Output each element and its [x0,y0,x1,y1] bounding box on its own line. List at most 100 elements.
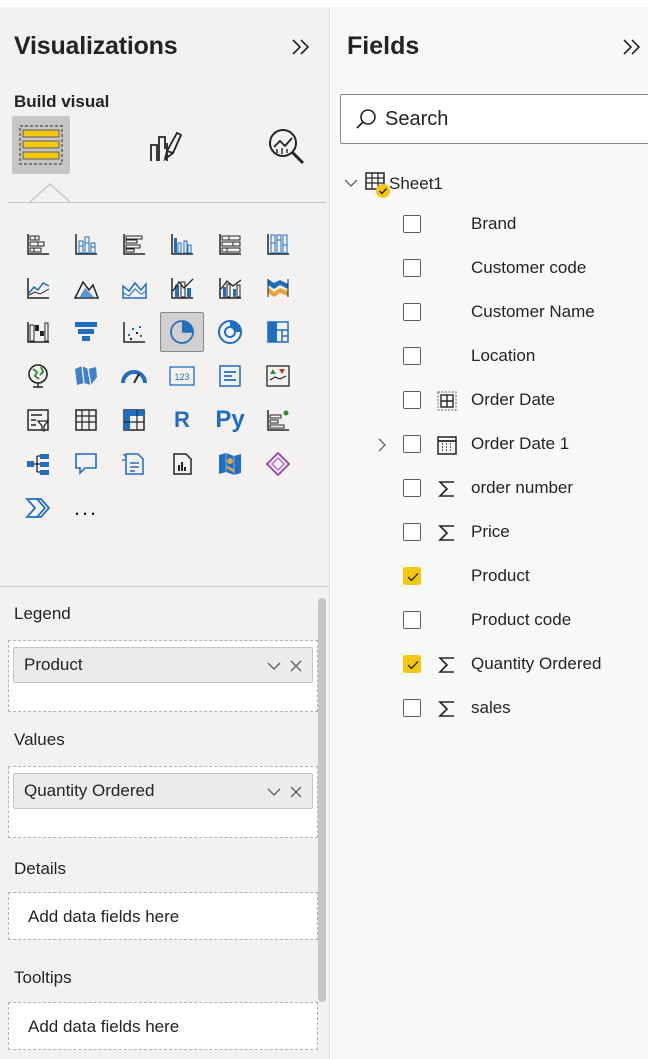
format-visual-tab[interactable] [136,116,194,174]
azure-map-icon[interactable] [206,442,254,486]
field-row-order-date-1[interactable]: Order Date 1 [331,424,648,464]
field-checkbox[interactable] [403,699,421,717]
power-apps-icon[interactable] [254,442,302,486]
line-clustered-column-icon[interactable] [206,266,254,310]
field-row-customer-code[interactable]: Customer code [331,248,648,288]
chevron-down-icon[interactable] [266,658,282,674]
table-visual-icon[interactable] [62,398,110,442]
r-script-visual-icon[interactable]: R [158,398,206,442]
field-checkbox[interactable] [403,259,421,277]
chevron-down-icon[interactable] [266,784,282,800]
field-checkbox[interactable] [403,611,421,629]
fields-search-box[interactable] [340,94,648,144]
key-influencers-icon[interactable] [254,398,302,442]
field-label: Quantity Ordered [471,654,602,673]
sigma-icon [438,481,454,497]
slicer-icon[interactable] [14,398,62,442]
stacked-column-chart-icon[interactable] [62,222,110,266]
paginated-report-icon[interactable] [158,442,206,486]
scatter-chart-icon[interactable] [110,310,158,354]
field-row-price[interactable]: Price [331,512,648,552]
card-icon[interactable]: 123 [158,354,206,398]
field-row-customer-name[interactable]: Customer Name [331,292,648,332]
chevron-right-icon[interactable] [376,437,388,453]
field-row-quantity-ordered[interactable]: Quantity Ordered [331,644,648,684]
values-field-name: Quantity Ordered [24,781,155,800]
details-well[interactable]: Add data fields here [8,892,318,940]
treemap-icon[interactable] [254,310,302,354]
field-row-sales[interactable]: sales [331,688,648,728]
kpi-icon[interactable] [254,354,302,398]
smart-narrative-icon[interactable] [110,442,158,486]
wells-divider [0,586,330,587]
collapse-fields-button[interactable] [617,32,647,62]
values-well[interactable]: Quantity Ordered [8,766,318,838]
more-visuals-button[interactable]: ... [62,486,110,530]
matrix-icon[interactable] [110,398,158,442]
search-input[interactable] [385,105,645,133]
field-type-icon [435,653,459,677]
field-type-icon [435,477,459,501]
100-stacked-bar-chart-icon[interactable] [206,222,254,266]
line-chart-icon[interactable] [14,266,62,310]
calendar-icon [437,436,457,455]
build-visual-tab[interactable] [12,116,70,174]
field-row-order-number[interactable]: order number [331,468,648,508]
decomposition-tree-icon[interactable] [14,442,62,486]
visual-types-grid: 123 R Py ... [14,222,324,530]
waterfall-chart-icon[interactable] [14,310,62,354]
field-checkbox[interactable] [403,215,421,233]
gauge-icon[interactable] [110,354,158,398]
legend-field-chip[interactable]: Product [13,647,313,683]
wells-scrollbar[interactable] [318,598,326,1002]
field-checkbox[interactable] [403,523,421,541]
sigma-icon [438,525,454,541]
line-stacked-column-icon[interactable] [158,266,206,310]
visualizations-pane: Visualizations Build visual 123 R Py ...… [0,8,330,1059]
field-checkbox[interactable] [403,303,421,321]
field-checkbox[interactable] [403,655,421,673]
field-checkbox[interactable] [403,391,421,409]
python-visual-icon[interactable]: Py [206,398,254,442]
clustered-column-chart-icon[interactable] [158,222,206,266]
line-area-chart-icon[interactable] [110,266,158,310]
close-icon[interactable] [288,784,304,800]
power-automate-icon[interactable] [14,486,62,530]
ribbon-chart-icon[interactable] [254,266,302,310]
multi-row-card-icon[interactable] [206,354,254,398]
field-row-order-date[interactable]: Order Date [331,380,648,420]
field-checkbox[interactable] [403,347,421,365]
pie-chart-icon[interactable] [160,312,204,352]
legend-well[interactable]: Product [8,640,318,712]
donut-chart-icon[interactable] [206,310,254,354]
collapse-visualizations-button[interactable] [286,32,316,62]
qa-visual-icon[interactable] [62,442,110,486]
table-sheet1[interactable]: Sheet1 [343,168,623,198]
filled-map-icon[interactable] [62,354,110,398]
field-checkbox[interactable] [403,479,421,497]
field-type-icon [435,697,459,721]
field-label: Price [471,522,510,541]
close-icon[interactable] [288,658,304,674]
analytics-tab[interactable] [256,116,314,174]
100-stacked-column-chart-icon[interactable] [254,222,302,266]
details-well-label: Details [14,859,66,878]
double-chevron-right-icon [292,39,310,55]
values-field-chip[interactable]: Quantity Ordered [13,773,313,809]
area-chart-icon[interactable] [62,266,110,310]
map-globe-icon[interactable] [14,354,62,398]
field-checkbox[interactable] [403,567,421,585]
tooltips-placeholder: Add data fields here [28,1017,180,1036]
tooltips-well[interactable]: Add data fields here [8,1002,318,1050]
field-row-product-code[interactable]: Product code [331,600,648,640]
field-row-brand[interactable]: Brand [331,204,648,244]
field-label: sales [471,698,511,717]
field-row-location[interactable]: Location [331,336,648,376]
stacked-bar-chart-icon[interactable] [14,222,62,266]
chevron-down-icon[interactable] [343,176,359,190]
field-label: Order Date [471,390,556,409]
funnel-chart-icon[interactable] [62,310,110,354]
field-row-product[interactable]: Product [331,556,648,596]
clustered-bar-chart-icon[interactable] [110,222,158,266]
field-checkbox[interactable] [403,435,421,453]
